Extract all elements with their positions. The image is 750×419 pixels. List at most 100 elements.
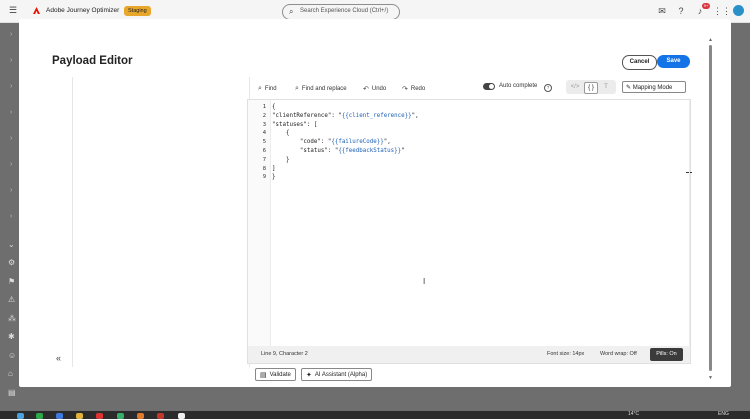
code-line[interactable]: "statuses": [ bbox=[272, 122, 317, 128]
line-number: 2 bbox=[262, 112, 266, 119]
auto-complete-label: Auto complete bbox=[499, 83, 538, 89]
environment-badge: Staging bbox=[124, 6, 151, 16]
save-button[interactable]: Save bbox=[657, 55, 690, 68]
rail-chevron-icon[interactable]: › bbox=[10, 83, 12, 90]
rail-chevron-icon[interactable]: › bbox=[10, 187, 12, 194]
rail-chevron-icon[interactable]: › bbox=[10, 213, 12, 220]
rail-connect-icon[interactable]: ⁂ bbox=[8, 314, 16, 323]
rail-alert-icon[interactable]: ⚠ bbox=[8, 295, 15, 304]
rail-users-icon[interactable]: ☺ bbox=[8, 351, 16, 360]
rail-campaign-icon[interactable]: ⚑ bbox=[8, 277, 15, 286]
collapse-panel-icon[interactable]: « bbox=[56, 353, 61, 363]
code-token: "code": " bbox=[272, 139, 332, 146]
taskbar-app-icon[interactable] bbox=[96, 413, 103, 419]
rail-chevron-icon[interactable]: › bbox=[10, 161, 12, 168]
code-editor[interactable]: 1 2 3 4 5 6 7 8 9 {"clientReference": "{{client_… bbox=[247, 99, 692, 349]
auto-complete-toggle[interactable] bbox=[483, 83, 495, 90]
avatar[interactable] bbox=[733, 5, 744, 16]
mapping-mode-button[interactable]: ✎ Mapping Mode bbox=[622, 81, 686, 93]
editor-status-bar: Line 9, Character 2 Font size: 14px Word… bbox=[247, 346, 691, 364]
feedback-icon[interactable]: ✉ bbox=[657, 6, 667, 16]
code-line[interactable]: { bbox=[272, 130, 290, 137]
app-name[interactable]: Adobe Journey Optimizer bbox=[46, 7, 119, 14]
mapping-mode-label: Mapping Mode bbox=[632, 85, 673, 91]
code-line[interactable]: ] bbox=[272, 166, 276, 172]
find-button[interactable]: ⌕ Find bbox=[258, 83, 277, 94]
validate-button[interactable]: ▤ Validate bbox=[255, 368, 296, 381]
find-replace-icon: ⌕ bbox=[295, 84, 299, 92]
text-view-icon[interactable]: T bbox=[600, 82, 612, 92]
code-line[interactable]: "status": "{{feedbackStatus}}" bbox=[272, 148, 405, 154]
search-placeholder: Search Experience Cloud (Ctrl+/) bbox=[300, 8, 389, 14]
help-icon[interactable]: ? bbox=[676, 6, 686, 16]
code-line[interactable]: } bbox=[272, 174, 276, 180]
code-line[interactable]: "code": "{{failureCode}}", bbox=[272, 139, 391, 145]
variable-pill[interactable]: {{client_reference}} bbox=[342, 113, 412, 119]
scroll-up-icon[interactable]: ▲ bbox=[708, 37, 713, 43]
redo-icon: ↷ bbox=[402, 85, 408, 93]
find-replace-button[interactable]: ⌕ Find and replace bbox=[295, 83, 347, 94]
code-token: { bbox=[272, 130, 290, 137]
variable-pill[interactable]: {{feedbackStatus}} bbox=[338, 148, 401, 154]
font-size-setting[interactable]: Font size: 14px bbox=[547, 351, 584, 357]
code-view-icon[interactable]: </> bbox=[569, 82, 581, 92]
undo-label: Undo bbox=[371, 85, 387, 92]
fields-panel bbox=[72, 77, 250, 367]
undo-button[interactable]: ↶ Undo bbox=[363, 83, 386, 94]
json-view-icon[interactable]: { } bbox=[584, 82, 598, 94]
code-line[interactable]: { bbox=[272, 104, 276, 110]
notification-count: 9+ bbox=[702, 3, 710, 9]
payload-editor-modal: Payload Editor Cancel Save ▲ ▼ « ⌕ Find … bbox=[19, 19, 731, 387]
code-token: "status": " bbox=[272, 148, 339, 154]
language-indicator[interactable]: ENG bbox=[718, 411, 729, 417]
rail-chevron-icon[interactable]: › bbox=[10, 31, 12, 38]
pills-toggle[interactable]: Pills: On bbox=[650, 348, 683, 361]
code-token: ", bbox=[411, 112, 419, 119]
menu-icon[interactable]: ☰ bbox=[9, 6, 17, 15]
rail-tag-icon[interactable]: ⌂ bbox=[8, 369, 13, 378]
code-token: } bbox=[272, 156, 290, 163]
line-number: 9 bbox=[262, 174, 266, 181]
taskbar-app-icon[interactable] bbox=[56, 413, 63, 419]
taskbar-app-icon[interactable] bbox=[178, 413, 185, 419]
editor-ruler bbox=[689, 100, 690, 348]
rail-doc-icon[interactable]: ▤ bbox=[8, 388, 16, 397]
ai-assistant-button[interactable]: ✦ AI Assistant (Alpha) bbox=[301, 368, 373, 381]
taskbar-app-icon[interactable] bbox=[157, 413, 164, 419]
modal-scrollbar[interactable]: ▲ ▼ bbox=[708, 37, 714, 381]
global-search[interactable]: ⌕ Search Experience Cloud (Ctrl+/) bbox=[282, 4, 400, 20]
scroll-down-icon[interactable]: ▼ bbox=[708, 375, 713, 381]
taskbar-app-icon[interactable] bbox=[76, 413, 83, 419]
code-token: { bbox=[272, 104, 276, 110]
taskbar-app-icon[interactable] bbox=[36, 413, 43, 419]
rail-chevron-down-icon[interactable]: ⌄ bbox=[8, 240, 15, 249]
line-number: 1 bbox=[262, 104, 266, 110]
ai-assistant-icon: ✦ bbox=[306, 371, 312, 379]
apps-grid-icon[interactable]: ⋮⋮ bbox=[713, 6, 731, 16]
rail-chevron-icon[interactable]: › bbox=[10, 109, 12, 116]
cancel-button[interactable]: Cancel bbox=[622, 55, 657, 70]
code-token: " bbox=[401, 148, 405, 154]
view-mode-group: </> { } T bbox=[566, 80, 616, 94]
adobe-logo-icon bbox=[33, 7, 40, 14]
variable-pill[interactable]: {{failureCode}} bbox=[331, 139, 383, 145]
redo-button[interactable]: ↷ Redo bbox=[402, 83, 425, 94]
ai-assistant-label: AI Assistant (Alpha) bbox=[314, 371, 368, 378]
rail-chevron-icon[interactable]: › bbox=[10, 57, 12, 64]
code-token: ", bbox=[383, 139, 391, 146]
code-line[interactable]: "clientReference": "{{client_reference}}… bbox=[272, 113, 419, 119]
help-icon[interactable]: ? bbox=[544, 84, 552, 92]
taskbar-app-icon[interactable] bbox=[17, 413, 24, 419]
mapping-mode-icon: ✎ bbox=[626, 85, 633, 91]
rail-active-icon[interactable]: ✱ bbox=[8, 332, 15, 341]
scrollbar-thumb[interactable] bbox=[709, 45, 712, 371]
search-icon: ⌕ bbox=[258, 84, 262, 92]
rail-settings-icon[interactable]: ⚙ bbox=[8, 258, 15, 267]
taskbar-app-icon[interactable] bbox=[137, 413, 144, 419]
word-wrap-setting[interactable]: Word wrap: Off bbox=[600, 351, 637, 357]
taskbar-app-icon[interactable] bbox=[117, 413, 124, 419]
rail-chevron-icon[interactable]: › bbox=[10, 135, 12, 142]
line-number-gutter: 1 2 3 4 5 6 7 8 9 bbox=[248, 100, 271, 348]
redo-label: Redo bbox=[410, 85, 426, 92]
code-line[interactable]: } bbox=[272, 156, 290, 163]
